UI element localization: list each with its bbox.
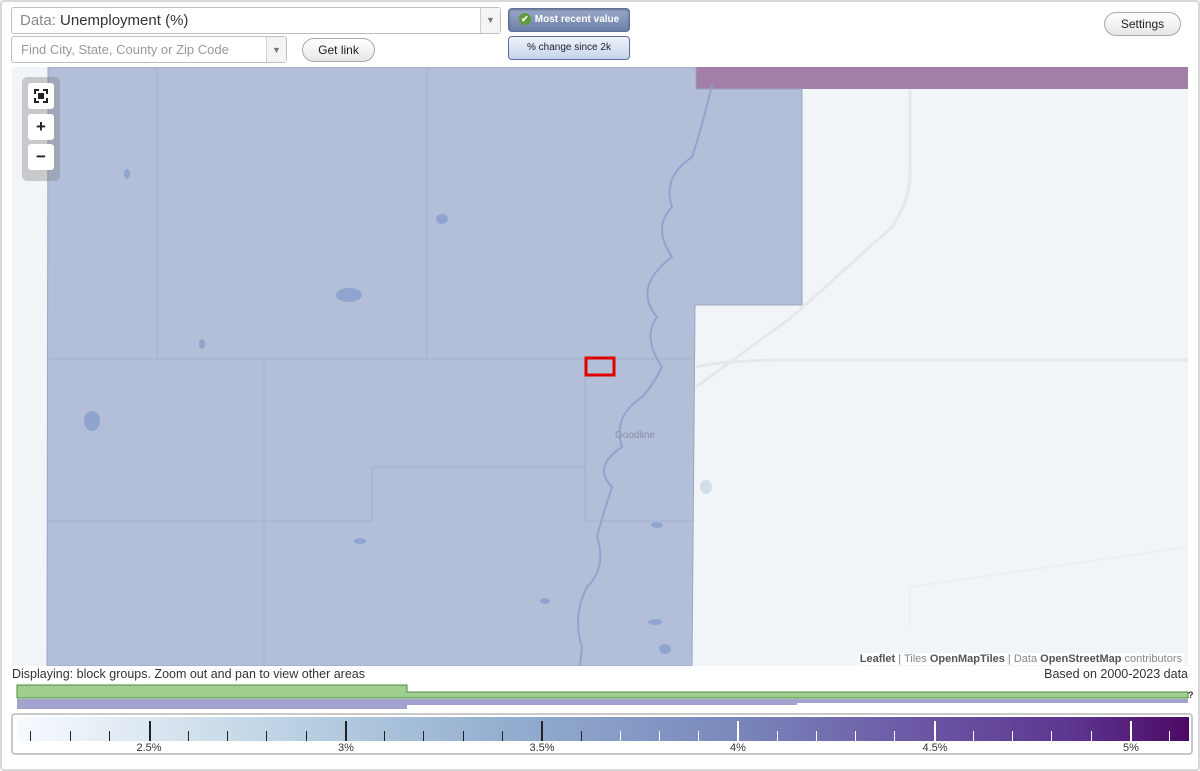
- scale-label: 4.5%: [922, 742, 948, 754]
- scale-tick: [620, 731, 621, 741]
- scale-tick: [816, 731, 817, 741]
- fullscreen-icon[interactable]: [28, 83, 54, 109]
- scale-tick: [581, 731, 582, 741]
- scale-tick: [345, 721, 347, 741]
- scale-tick: [463, 731, 464, 741]
- scale-tick: [188, 731, 189, 741]
- distribution-histogram: [16, 684, 1189, 709]
- openstreetmap-link[interactable]: OpenStreetMap: [1040, 653, 1121, 665]
- scale-tick: [698, 731, 699, 741]
- scale-tick: [109, 731, 110, 741]
- scale-tick: [777, 731, 778, 741]
- get-link-button[interactable]: Get link: [302, 38, 375, 62]
- scale-tick: [70, 731, 71, 741]
- scale-label: 5%: [1123, 742, 1139, 754]
- data-prefix: Data: [1013, 653, 1038, 665]
- histogram-purple-bar: [17, 699, 407, 709]
- scale-label: 3.5%: [529, 742, 555, 754]
- scale-tick: [1130, 721, 1132, 741]
- check-icon: ✔: [518, 13, 531, 26]
- scale-tick: [894, 731, 895, 741]
- tiles-prefix: Tiles: [903, 653, 927, 665]
- map-layer: [46, 67, 1188, 666]
- scale-tick: [30, 731, 31, 741]
- histogram-green-bar: [16, 684, 1189, 699]
- most-recent-value-toggle[interactable]: ✔ Most recent value: [508, 8, 630, 32]
- scale-tick: [659, 731, 660, 741]
- region-block-group[interactable]: [46, 67, 803, 666]
- scale-tick: [855, 731, 856, 741]
- data-select[interactable]: Data: Unemployment (%) ▼: [11, 7, 501, 34]
- scale-tick: [1091, 731, 1092, 741]
- scale-tick: [149, 721, 151, 741]
- search-box[interactable]: ▼: [11, 36, 287, 63]
- based-on-note: Based on 2000-2023 data: [1044, 667, 1188, 681]
- scale-tick: [423, 731, 424, 741]
- scale-tick: [737, 721, 739, 741]
- help-icon[interactable]: ?: [1188, 690, 1194, 700]
- scale-tick: [1051, 731, 1052, 741]
- settings-button[interactable]: Settings: [1104, 12, 1181, 36]
- map-place-label: Goodline: [615, 430, 656, 441]
- region-top-band[interactable]: [696, 67, 1188, 89]
- scale-tick: [934, 721, 936, 741]
- leaflet-link[interactable]: Leaflet: [860, 653, 895, 665]
- display-note: Displaying: block groups. Zoom out and p…: [12, 667, 365, 681]
- percent-change-toggle[interactable]: % change since 2k: [508, 36, 630, 60]
- map-canvas[interactable]: Goodline: [12, 67, 1188, 666]
- scale-tick: [1169, 731, 1170, 741]
- data-select-prefix: Data:: [20, 12, 56, 29]
- zoom-controls: + −: [22, 77, 60, 181]
- zoom-out-button[interactable]: −: [28, 144, 54, 170]
- openmaptiles-link[interactable]: OpenMapTiles: [930, 653, 1005, 665]
- fullscreen-glyph: [34, 89, 48, 103]
- map-attribution: Leaflet | Tiles OpenMapTiles | Data Open…: [857, 653, 1184, 665]
- scale-tick: [227, 731, 228, 741]
- scale-label: 4%: [730, 742, 746, 754]
- chevron-down-icon[interactable]: ▼: [266, 37, 286, 62]
- zoom-in-button[interactable]: +: [28, 114, 54, 140]
- scale-tick: [266, 731, 267, 741]
- scale-tick: [1012, 731, 1013, 741]
- chevron-down-icon[interactable]: ▼: [480, 8, 500, 33]
- scale-tick: [541, 721, 543, 741]
- most-recent-value-label: Most recent value: [534, 14, 620, 25]
- scale-label: 3%: [338, 742, 354, 754]
- scale-tick: [384, 731, 385, 741]
- scale-tick: [306, 731, 307, 741]
- scale-label: 2.5%: [136, 742, 162, 754]
- scale-tick: [502, 731, 503, 741]
- search-input[interactable]: [12, 37, 266, 62]
- histogram-purple-bar: [407, 699, 797, 705]
- color-scale-bar: [17, 717, 1189, 741]
- road-line: [909, 546, 1188, 627]
- road-line: [695, 358, 1188, 369]
- scale-tick: [973, 731, 974, 741]
- data-suffix: contributors: [1124, 653, 1182, 665]
- data-select-value: Unemployment (%): [60, 12, 189, 29]
- color-scale-legend: 2.5% 3% 3.5% 4% 4.5% 5%: [11, 713, 1193, 755]
- histogram-purple-bar: [797, 699, 1188, 703]
